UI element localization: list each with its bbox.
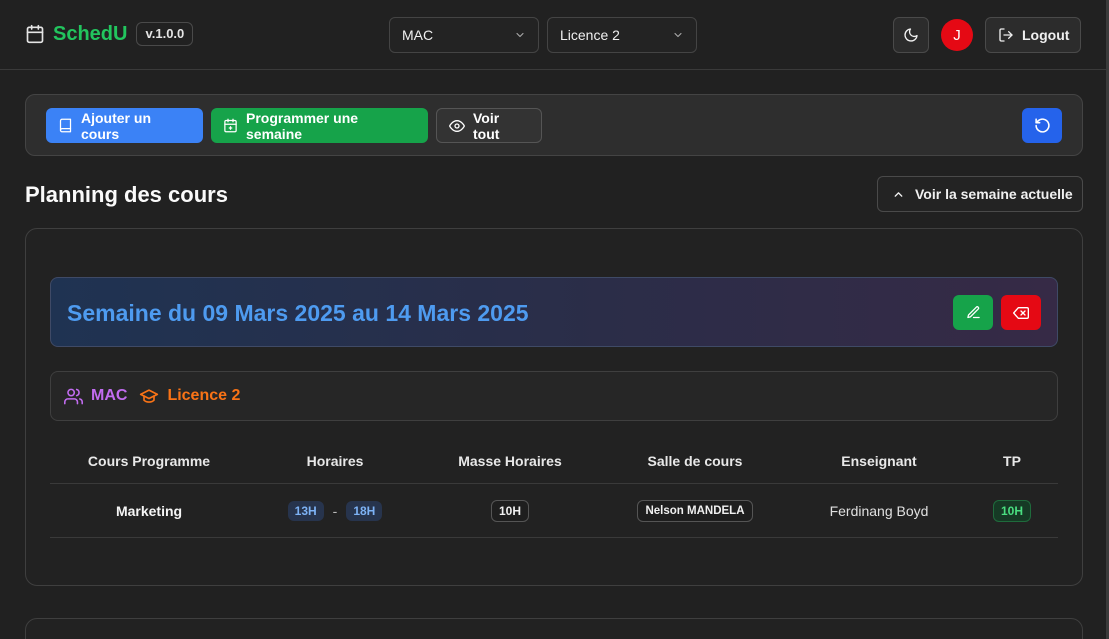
week-title: Semaine du 09 Mars 2025 au 14 Mars 2025 <box>67 300 529 326</box>
chevron-down-icon <box>514 29 526 41</box>
group-select-value: MAC <box>402 27 434 43</box>
users-icon <box>64 387 83 406</box>
level-select[interactable]: Licence 2 <box>547 17 697 53</box>
header-hours: Horaires <box>306 453 364 469</box>
logout-button[interactable]: Logout <box>985 17 1081 53</box>
header-course: Cours Programme <box>87 453 211 469</box>
delete-icon <box>1013 305 1029 321</box>
page-title: Planning des cours <box>25 182 228 207</box>
add-course-label: Ajouter un cours <box>81 109 151 142</box>
action-toolbar: Ajouter un cours Programmer une semaine … <box>25 94 1083 156</box>
version-badge: v.1.0.0 <box>136 22 194 46</box>
table-header-row: Cours Programme Horaires Masse Horaires … <box>50 439 1058 483</box>
course-hours: 13H - 18H <box>248 484 422 537</box>
calendar-icon <box>25 24 45 44</box>
logout-label: Logout <box>1022 27 1070 43</box>
refresh-button[interactable] <box>1022 108 1062 143</box>
course-name: Marketing <box>115 502 183 519</box>
eye-icon <box>449 118 465 134</box>
tp-badge: 10H <box>992 499 1031 522</box>
level-tag-label: Licence 2 <box>167 387 241 404</box>
moon-icon <box>903 27 919 43</box>
group-tag: MAC <box>64 387 127 406</box>
course-room: Nelson MANDELA <box>598 484 792 537</box>
level-tag: Licence 2 <box>139 386 240 406</box>
course-teacher: Ferdinang Boyd <box>829 502 929 519</box>
brand[interactable]: SchedU v.1.0.0 <box>25 22 194 46</box>
current-week-label: Voir la semaine actuelle <box>915 186 1073 202</box>
edit-week-button[interactable] <box>953 295 993 330</box>
chevron-up-icon <box>892 188 905 201</box>
top-navbar: SchedU v.1.0.0 MAC Licence 2 J Logout <box>0 0 1106 70</box>
header-room: Salle de cours <box>647 453 743 469</box>
course-tp: 10H <box>966 484 1058 537</box>
edit-icon <box>966 305 981 320</box>
group-select[interactable]: MAC <box>389 17 539 53</box>
week-card: Semaine du 09 Mars 2025 au 14 Mars 2025 … <box>25 228 1083 586</box>
current-week-button[interactable]: Voir la semaine actuelle <box>877 176 1083 212</box>
logout-icon <box>998 27 1014 43</box>
book-icon <box>58 118 73 133</box>
next-week-card <box>25 618 1083 639</box>
volume-badge: 10H <box>490 499 529 522</box>
room-badge: Nelson MANDELA <box>637 499 753 522</box>
theme-toggle-button[interactable] <box>893 17 929 53</box>
start-time-badge: 13H <box>287 500 324 521</box>
view-all-label: Voir tout <box>473 109 500 142</box>
view-all-button[interactable]: Voir tout <box>436 108 542 143</box>
header-teacher: Enseignant <box>841 453 917 469</box>
level-select-value: Licence 2 <box>560 27 620 43</box>
table-row[interactable]: Marketing 13H - 18H 10H Nelson MANDELA F… <box>50 483 1058 538</box>
time-separator: - <box>332 502 338 519</box>
delete-week-button[interactable] <box>1001 295 1041 330</box>
schedule-week-button[interactable]: Programmer une semaine <box>211 108 428 143</box>
calendar-plus-icon <box>223 118 238 133</box>
chevron-down-icon <box>672 29 684 41</box>
avatar[interactable]: J <box>941 19 973 51</box>
course-volume: 10H <box>422 484 598 537</box>
week-banner: Semaine du 09 Mars 2025 au 14 Mars 2025 <box>50 277 1058 347</box>
week-tags: MAC Licence 2 <box>50 371 1058 421</box>
brand-name: SchedU <box>53 22 128 45</box>
schedule-week-label: Programmer une semaine <box>246 109 359 142</box>
refresh-icon <box>1034 117 1051 134</box>
header-tp: TP <box>1003 453 1021 469</box>
graduation-cap-icon <box>139 386 159 406</box>
header-volume: Masse Horaires <box>458 453 562 469</box>
end-time-badge: 18H <box>346 500 383 521</box>
course-table: Cours Programme Horaires Masse Horaires … <box>50 439 1058 538</box>
group-tag-label: MAC <box>91 387 128 404</box>
add-course-button[interactable]: Ajouter un cours <box>46 108 203 143</box>
